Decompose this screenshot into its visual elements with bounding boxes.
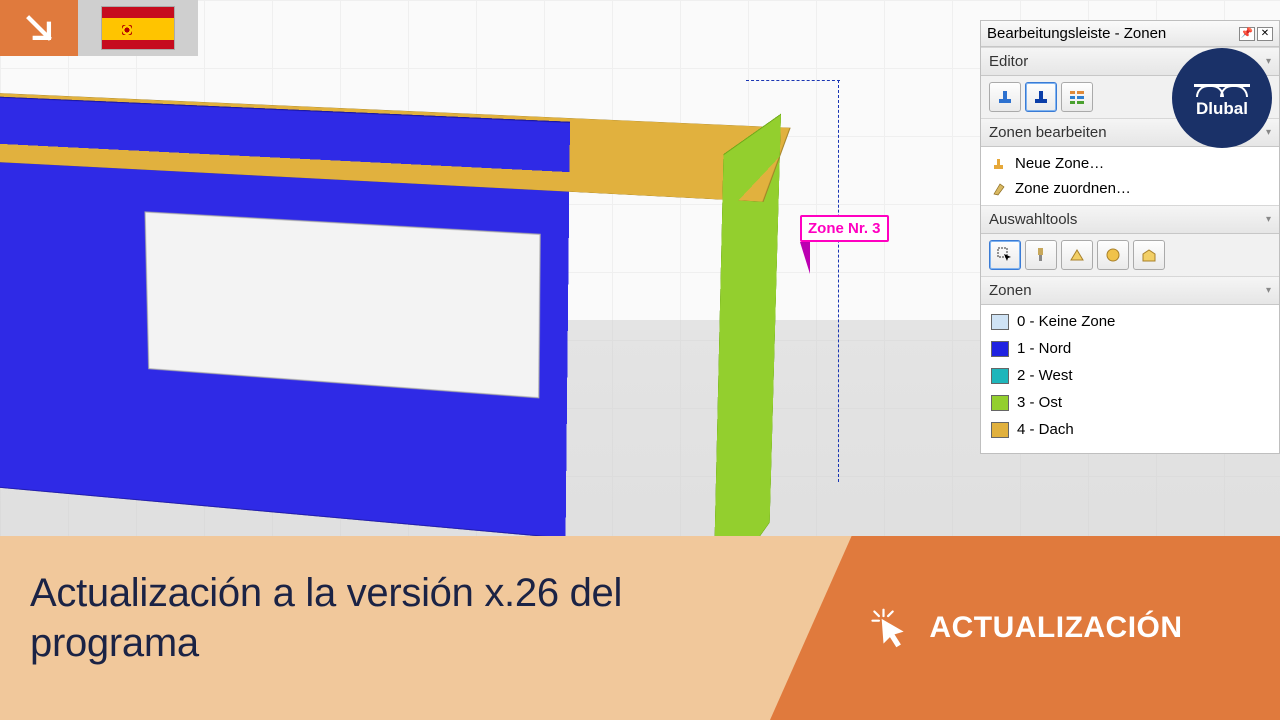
- zone-item-1[interactable]: 1 - Nord: [987, 335, 1273, 362]
- zone-label: 1 - Nord: [1017, 340, 1071, 357]
- zone-swatch: [991, 341, 1009, 357]
- section-selection-tools-title: Auswahltools: [989, 211, 1077, 228]
- select-cursor-tool[interactable]: [989, 240, 1021, 270]
- dlubal-logo: Dlubal: [1172, 48, 1272, 148]
- zone-swatch: [991, 368, 1009, 384]
- section-zones-header[interactable]: Zonen ▾: [981, 276, 1279, 305]
- close-icon[interactable]: ✕: [1257, 27, 1273, 41]
- banner-tag-label: ACTUALIZACIÓN: [929, 611, 1182, 645]
- chevron-down-icon: ▾: [1266, 127, 1271, 138]
- assign-zone-icon: [991, 181, 1007, 197]
- section-selection-tools-header[interactable]: Auswahltools ▾: [981, 205, 1279, 234]
- banner-headline: Actualización a la versión x.26 del prog…: [30, 568, 740, 668]
- zone-swatch: [991, 314, 1009, 330]
- new-zone-icon: [991, 156, 1007, 172]
- chevron-down-icon: ▾: [1266, 214, 1271, 225]
- section-edit-zones-title: Zonen bearbeiten: [989, 124, 1107, 141]
- selection-dash-vertical: [838, 80, 839, 482]
- panel-titlebar[interactable]: Bearbeitungsleiste - Zonen 📌 ✕: [981, 21, 1279, 47]
- section-editor-title: Editor: [989, 53, 1028, 70]
- section-zones-title: Zonen: [989, 282, 1032, 299]
- editor-tool-3[interactable]: [1061, 82, 1093, 112]
- banner-tag: ACTUALIZACIÓN: [770, 536, 1280, 720]
- pin-icon[interactable]: 📌: [1239, 27, 1255, 41]
- zone-swatch: [991, 422, 1009, 438]
- zone-item-2[interactable]: 2 - West: [987, 362, 1273, 389]
- menu-assign-zone-label: Zone zuordnen…: [1015, 180, 1131, 197]
- selection-dash-horizontal: [746, 80, 840, 81]
- zone-item-3[interactable]: 3 - Ost: [987, 389, 1273, 416]
- editor-tool-2[interactable]: [1025, 82, 1057, 112]
- download-arrow-icon: [0, 0, 78, 56]
- select-face-tool[interactable]: [1061, 240, 1093, 270]
- zone-swatch: [991, 395, 1009, 411]
- chevron-down-icon: ▾: [1266, 285, 1271, 296]
- menu-new-zone[interactable]: Neue Zone…: [981, 151, 1279, 176]
- select-sphere-tool[interactable]: [1097, 240, 1129, 270]
- language-badge: [0, 0, 198, 56]
- zone-callout: Zone Nr. 3: [800, 215, 889, 274]
- flag-spain-icon: [78, 0, 198, 56]
- chevron-down-icon: ▾: [1266, 56, 1271, 67]
- window-opening[interactable]: [145, 211, 541, 398]
- zone-label: 2 - West: [1017, 367, 1073, 384]
- dlubal-logo-text: Dlubal: [1196, 99, 1248, 119]
- zone-list: 0 - Keine Zone 1 - Nord 2 - West 3 - Ost…: [981, 305, 1279, 453]
- edit-zones-menu: Neue Zone… Zone zuordnen…: [981, 147, 1279, 205]
- menu-assign-zone[interactable]: Zone zuordnen…: [981, 176, 1279, 201]
- model-scene: [0, 68, 850, 478]
- panel-title: Bearbeitungsleiste - Zonen: [987, 25, 1237, 42]
- menu-new-zone-label: Neue Zone…: [1015, 155, 1104, 172]
- select-building-tool[interactable]: [1133, 240, 1165, 270]
- click-cursor-icon: [867, 606, 911, 650]
- banner-title-area: Actualización a la versión x.26 del prog…: [0, 536, 770, 720]
- bottom-banner: Actualización a la versión x.26 del prog…: [0, 536, 1280, 720]
- zone-callout-tail: [800, 242, 810, 274]
- zone-item-0[interactable]: 0 - Keine Zone: [987, 308, 1273, 335]
- selection-toolbar: [981, 234, 1279, 276]
- zone-callout-text: Zone Nr. 3: [800, 215, 889, 242]
- zone-label: 4 - Dach: [1017, 421, 1074, 438]
- editor-tool-1[interactable]: [989, 82, 1021, 112]
- select-brush-tool[interactable]: [1025, 240, 1057, 270]
- zone-label: 0 - Keine Zone: [1017, 313, 1115, 330]
- zone-item-4[interactable]: 4 - Dach: [987, 416, 1273, 443]
- zone-label: 3 - Ost: [1017, 394, 1062, 411]
